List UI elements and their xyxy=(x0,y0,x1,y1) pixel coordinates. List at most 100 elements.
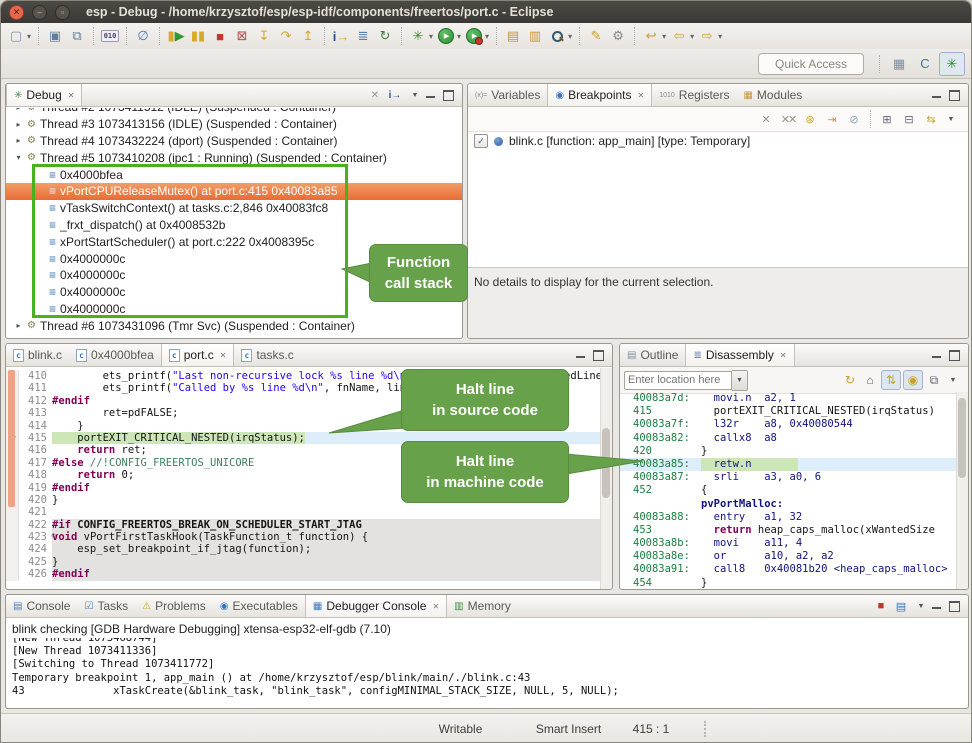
expander-icon[interactable]: ▸ xyxy=(14,136,23,145)
open-perspective-button[interactable]: ▦ xyxy=(887,53,911,75)
collapse-all-icon[interactable]: ⊟ xyxy=(899,109,919,129)
external-tools-icon[interactable]: ▶ xyxy=(464,26,484,46)
expand-all-icon[interactable]: ⊞ xyxy=(877,109,897,129)
breakpoint-row[interactable]: ✓blink.c [function: app_main] [type: Tem… xyxy=(468,132,968,150)
tab-tasks-c[interactable]: ctasks.c xyxy=(234,344,300,366)
debug-perspective-button[interactable]: ✳ xyxy=(939,52,965,76)
goto-file-icon[interactable]: ⇥ xyxy=(822,109,842,129)
disassembly-vertical-scrollbar[interactable] xyxy=(956,392,968,589)
search-icon[interactable] xyxy=(547,26,567,46)
skip-all-breakpoints-icon[interactable]: ⊘ xyxy=(844,109,864,129)
cpp-perspective-button[interactable]: C xyxy=(913,52,937,74)
close-tab-icon[interactable]: ✕ xyxy=(638,91,645,100)
last-edit-location-icon[interactable]: ↩ xyxy=(641,26,661,46)
search-dropdown-icon[interactable]: ▾ xyxy=(568,32,572,41)
stack-frame-row[interactable]: ≡0x4000000c xyxy=(6,301,462,318)
display-console-icon[interactable]: ▤ xyxy=(892,598,910,614)
view-menu-icon[interactable]: ▼ xyxy=(942,111,960,127)
maximize-view-icon[interactable] xyxy=(593,350,604,361)
location-dropdown-icon[interactable]: ▼ xyxy=(732,370,748,391)
expander-icon[interactable]: ▾ xyxy=(14,153,23,162)
debug-thread-row[interactable]: ▾⚙Thread #5 1073410208 (ipc1 : Running) … xyxy=(6,149,462,166)
resume-icon[interactable]: ▮▶ xyxy=(166,26,186,46)
step-return-icon[interactable]: ↥ xyxy=(298,26,318,46)
stack-frame-row[interactable]: ≡_frxt_dispatch() at 0x4008532b xyxy=(6,217,462,234)
instruction-stepping-mode-icon[interactable]: i→ xyxy=(386,87,404,103)
tab-variables[interactable]: (x)=Variables xyxy=(468,84,547,106)
debug-thread-row[interactable]: ▸⚙Thread #6 1073431096 (Tmr Svc) (Suspen… xyxy=(6,317,462,334)
save-all-icon[interactable]: ⧉ xyxy=(67,26,87,46)
tab-executables[interactable]: ◉Executables xyxy=(213,595,305,617)
external-tools-dropdown-icon[interactable]: ▾ xyxy=(485,32,489,41)
maximize-button[interactable]: ▫ xyxy=(55,5,70,20)
close-tab-icon[interactable]: ✕ xyxy=(432,602,439,611)
remove-breakpoint-icon[interactable]: ✕ xyxy=(756,109,776,129)
minimize-view-icon[interactable] xyxy=(932,93,941,98)
remove-all-breakpoints-icon[interactable]: ✕✕ xyxy=(778,109,798,129)
save-icon[interactable]: ▣ xyxy=(45,26,65,46)
close-button[interactable]: ✕ xyxy=(9,5,24,20)
open-resource-icon[interactable]: ▥ xyxy=(525,26,545,46)
debug-dropdown-icon[interactable]: ▾ xyxy=(429,32,433,41)
restart-icon[interactable]: ↻ xyxy=(375,26,395,46)
terminate-console-icon[interactable]: ■ xyxy=(872,598,890,614)
breakpoint-checkbox[interactable]: ✓ xyxy=(474,134,488,148)
debug-icon[interactable]: ✳ xyxy=(408,26,428,46)
tab-port-c[interactable]: cport.c✕ xyxy=(161,344,235,366)
tab-0x4000bfea[interactable]: c0x4000bfea xyxy=(69,344,161,366)
tab-outline[interactable]: ▤Outline xyxy=(620,344,685,366)
view-menu-icon[interactable]: ▼ xyxy=(406,87,424,103)
quick-access-box[interactable]: Quick Access xyxy=(758,53,864,75)
tab-tasks[interactable]: ☑Tasks xyxy=(77,595,135,617)
run-dropdown-icon[interactable]: ▾ xyxy=(457,32,461,41)
tab-memory[interactable]: ▥Memory xyxy=(447,595,518,617)
tab-disassembly[interactable]: ≣Disassembly✕ xyxy=(685,344,794,366)
minimize-view-icon[interactable] xyxy=(932,604,941,609)
sync-selection-icon[interactable]: ⇅ xyxy=(881,370,901,390)
tab-debug[interactable]: ✳ Debug ✕ xyxy=(6,84,82,106)
expander-icon[interactable]: ▸ xyxy=(14,120,23,129)
view-menu-icon[interactable]: ▼ xyxy=(944,372,962,388)
expander-icon[interactable]: ▸ xyxy=(14,108,23,112)
breakpoints-list[interactable]: ✓blink.c [function: app_main] [type: Tem… xyxy=(468,132,968,150)
maximize-view-icon[interactable] xyxy=(443,90,454,101)
expander-icon[interactable]: ▸ xyxy=(14,321,23,330)
breakpoint-types-icon[interactable]: ⊛ xyxy=(800,109,820,129)
back-dropdown-icon[interactable]: ▾ xyxy=(690,32,694,41)
fold-collapse-icon[interactable]: ⊝ xyxy=(51,531,56,540)
close-tab-icon[interactable]: ✕ xyxy=(220,351,227,360)
disconnect-icon[interactable]: ⊠ xyxy=(232,26,252,46)
tab-modules[interactable]: ▦Modules xyxy=(736,84,809,106)
external-annotations-icon[interactable]: ⚙ xyxy=(608,26,628,46)
minimize-view-icon[interactable] xyxy=(576,353,585,358)
debug-thread-row[interactable]: ▸⚙Thread #4 1073432224 (dport) (Suspende… xyxy=(6,133,462,150)
tab-debugger-console[interactable]: ▦Debugger Console✕ xyxy=(305,595,447,617)
tab-problems[interactable]: ⚠Problems xyxy=(135,595,213,617)
maximize-view-icon[interactable] xyxy=(949,350,960,361)
skip-all-breakpoints-icon[interactable]: ∅ xyxy=(133,26,153,46)
open-new-view-icon[interactable]: ⧉ xyxy=(925,371,943,389)
forward-dropdown-icon[interactable]: ▾ xyxy=(718,32,722,41)
debug-thread-row[interactable]: ▸⚙Thread #3 1073413156 (IDLE) (Suspended… xyxy=(6,116,462,133)
maximize-view-icon[interactable] xyxy=(949,601,960,612)
home-icon[interactable]: ⌂ xyxy=(861,371,879,389)
new-wizard-icon[interactable]: ▢ xyxy=(6,26,26,46)
instruction-stepping-icon[interactable]: i→ xyxy=(331,26,351,46)
tab-blink-c[interactable]: cblink.c xyxy=(6,344,69,366)
display-console-dropdown-icon[interactable]: ▼ xyxy=(912,598,930,614)
link-with-debug-icon[interactable]: ⇆ xyxy=(921,109,941,129)
maximize-view-icon[interactable] xyxy=(949,90,960,101)
tab-breakpoints[interactable]: ◉Breakpoints✕ xyxy=(547,84,652,106)
step-into-icon[interactable]: ↧ xyxy=(254,26,274,46)
location-input[interactable] xyxy=(624,371,732,390)
back-icon[interactable]: ⇦ xyxy=(669,26,689,46)
minimize-button[interactable]: – xyxy=(32,5,47,20)
terminate-icon[interactable]: ■ xyxy=(210,26,230,46)
new-wizard-dropdown-icon[interactable]: ▾ xyxy=(27,32,31,41)
step-over-icon[interactable]: ↷ xyxy=(276,26,296,46)
disassembly-listing[interactable]: 40083a7d: movi.n a2, 1415 portEXIT_CRITI… xyxy=(620,392,957,589)
refresh-icon[interactable]: ↻ xyxy=(841,371,859,389)
forward-icon[interactable]: ⇨ xyxy=(697,26,717,46)
close-tab-icon[interactable]: ✕ xyxy=(68,91,75,100)
minimize-view-icon[interactable] xyxy=(932,353,941,358)
